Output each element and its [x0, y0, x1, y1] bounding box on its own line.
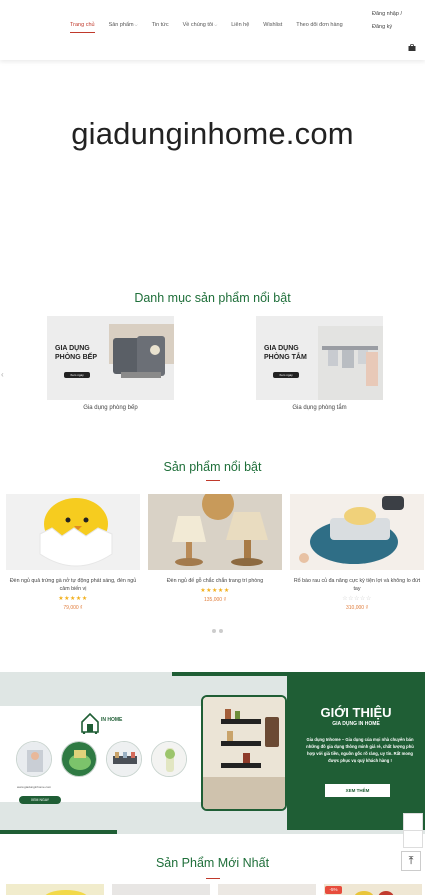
product-card[interactable]: Đèn ngủ quả trứng gà nở tự động phát sán…: [6, 494, 140, 611]
category-image: GIA DỤNG PHÒNG BẾP Xem ngay: [47, 316, 174, 400]
circle-image: [16, 741, 52, 777]
category-card-kitchen[interactable]: GIA DỤNG PHÒNG BẾP Xem ngay Gia dụng phòn…: [47, 316, 174, 411]
nav-item[interactable]: Trang chủ: [70, 22, 95, 33]
site-header: Trang chủ Sản phẩm⌵ Tin tức Về chúng tôi⌵ Li…: [0, 0, 425, 60]
nav-item[interactable]: Về chúng tôi⌵: [183, 22, 218, 28]
website-text: www.giadunginhome.com: [17, 785, 52, 789]
wood-lamp-image: [148, 494, 282, 570]
category-image: GIA DỤNG PHÒNG TẮM Xem ngay: [256, 316, 383, 400]
vegetable-slicer-image: [290, 494, 424, 570]
product-name[interactable]: Đèn ngủ đế gỗ chắc chắn trang trí phòng: [148, 577, 282, 585]
nav-item-label: Về chúng tôi: [182, 22, 214, 28]
product-price: 135,000 ₫: [203, 597, 227, 603]
nav-item-label: Tin tức: [151, 22, 169, 28]
nav-item[interactable]: Liên hệ: [231, 22, 249, 28]
read-more-button[interactable]: XEM THÊM: [325, 784, 390, 797]
star-rating: ★★★★★: [200, 588, 230, 594]
brand-text: IN HOME: [101, 717, 123, 723]
category-tag: GIA DỤNG PHÒNG BẾP: [55, 345, 98, 361]
chevron-down-icon: ⌵: [214, 22, 218, 27]
nav-item-label: Theo dõi đơn hàng: [296, 22, 343, 28]
intro-description: Gia dụng Inhome – Gia dụng của mọi nhà c…: [306, 737, 414, 763]
floating-contact-icon[interactable]: [403, 813, 423, 831]
intro-view-button[interactable]: XEM NGAY: [19, 796, 61, 804]
product-image[interactable]: [6, 494, 140, 570]
title-underline: [206, 878, 220, 879]
banner-logo[interactable]: giadunginhome.com: [0, 116, 425, 152]
product-price: 79,000 ₫: [63, 605, 83, 611]
circle-image: [106, 741, 142, 777]
star-rating: ★★★★★: [58, 596, 88, 602]
product-name[interactable]: Rổ bào rau củ đa năng cực kỳ tiện lợi và…: [290, 577, 424, 593]
carousel-dot[interactable]: [212, 629, 216, 633]
circle-image: [151, 741, 187, 777]
sale-badge: -5%: [325, 886, 342, 894]
product-card[interactable]: Rổ bào rau củ đa năng cực kỳ tiện lợi và…: [290, 494, 424, 611]
divider: [0, 830, 117, 834]
category-label[interactable]: Gia dụng phòng tắm: [256, 405, 383, 411]
category-card-bathroom[interactable]: GIA DỤNG PHÒNG TẮM Xem ngay Gia dụng phòn…: [256, 316, 383, 411]
product-price: 310,000 ₫: [345, 605, 369, 611]
product-thumb[interactable]: [6, 884, 104, 895]
nav-item-label: Wishlist: [263, 22, 283, 28]
main-nav: Trang chủ Sản phẩm⌵ Tin tức Về chúng tôi⌵ Li…: [70, 22, 357, 33]
nav-item[interactable]: Sản phẩm⌵: [109, 22, 138, 28]
category-view-button[interactable]: Xem ngay: [273, 372, 299, 378]
nav-item[interactable]: Theo dõi đơn hàng: [296, 22, 342, 28]
intro-title: GIỚI THIỆU: [320, 705, 392, 720]
carousel-dot[interactable]: [219, 629, 223, 633]
category-view-button[interactable]: Xem ngay: [64, 372, 90, 378]
product-image[interactable]: [290, 494, 424, 570]
nav-item-label: Trang chủ: [70, 22, 95, 28]
product-thumb[interactable]: [112, 884, 210, 895]
shopping-bag-icon[interactable]: [408, 44, 416, 51]
chevron-down-icon: ⌵: [134, 22, 138, 27]
nav-item[interactable]: Tin tức: [152, 22, 169, 28]
product-card[interactable]: Đèn ngủ đế gỗ chắc chắn trang trí phòng …: [148, 494, 282, 603]
register-link[interactable]: Đăng ký: [372, 21, 402, 34]
shelf-image: [201, 695, 287, 811]
login-link[interactable]: Đăng nhập /: [372, 8, 402, 21]
circle-image: [61, 741, 97, 777]
page: Trang chủ Sản phẩm⌵ Tin tức Về chúng tôi⌵ Li…: [0, 0, 425, 895]
intro-subtitle: GIA DỤNG IN HOME: [332, 721, 380, 727]
carousel-dots: [212, 629, 226, 633]
category-label[interactable]: Gia dụng phòng bếp: [47, 405, 174, 411]
featured-title: Sản phẩm nổi bật: [163, 460, 262, 474]
nav-item[interactable]: Wishlist: [263, 22, 282, 28]
nav-item-label: Sản phẩm: [108, 22, 134, 28]
title-underline: [206, 480, 220, 481]
product-thumb[interactable]: [218, 884, 316, 895]
categories-title: Danh mục sản phẩm nổi bật: [134, 291, 291, 305]
floating-chat-icon[interactable]: [403, 830, 423, 848]
product-name[interactable]: Đèn ngủ quả trứng gà nở tự động phát sán…: [6, 577, 140, 593]
egg-lamp-image: [6, 494, 140, 570]
product-image[interactable]: [148, 494, 282, 570]
category-tag: GIA DỤNG PHÒNG TẮM: [264, 345, 307, 361]
account-links: Đăng nhập / Đăng ký: [372, 8, 402, 34]
new-products-title: Sản Phẩm Mới Nhất: [155, 856, 270, 870]
star-rating: ☆☆☆☆☆: [342, 596, 372, 602]
chevron-left-icon[interactable]: ‹: [1, 370, 4, 379]
nav-item-label: Liên hệ: [231, 22, 250, 28]
